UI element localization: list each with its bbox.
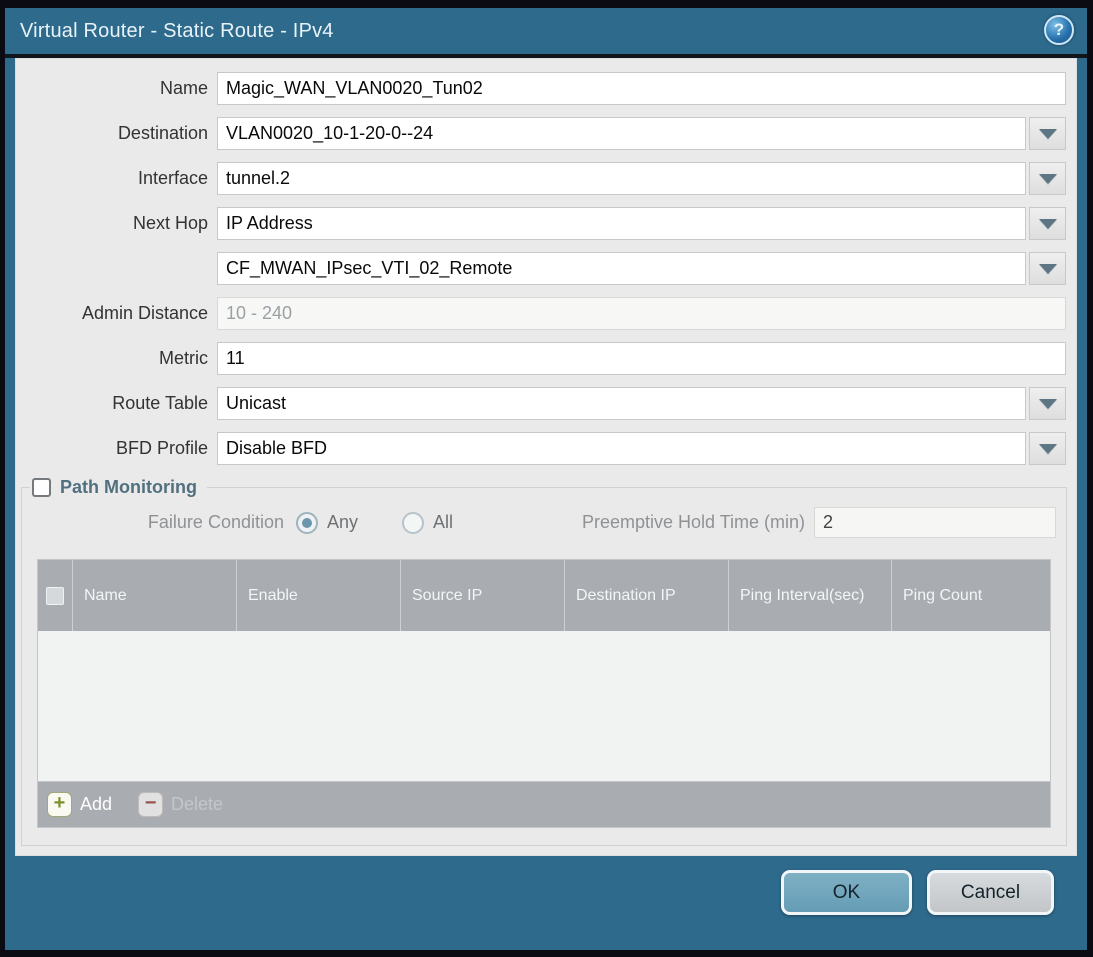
nexthop-type-dropdown-button[interactable] <box>1029 207 1066 240</box>
failure-condition-all-label: All <box>433 512 453 533</box>
interface-label: Interface <box>15 168 208 189</box>
dialog-title: Virtual Router - Static Route - IPv4 <box>20 20 334 43</box>
name-label: Name <box>15 78 208 99</box>
select-all-checkbox[interactable] <box>46 587 64 605</box>
bfd-profile-input[interactable] <box>217 432 1026 465</box>
delete-button-label: Delete <box>171 794 223 815</box>
failure-condition-all-radio[interactable] <box>402 512 424 534</box>
path-monitoring-table-body <box>38 631 1050 781</box>
column-header-source-ip[interactable]: Source IP <box>401 560 565 631</box>
column-header-ping-count[interactable]: Ping Count <box>892 560 1050 631</box>
dialog-footer: OK Cancel <box>5 856 1087 950</box>
bfd-profile-label: BFD Profile <box>15 438 208 459</box>
form-row-nexthop-type: Next Hop <box>15 207 1066 240</box>
dialog-content: Name Destination Interface <box>15 58 1077 856</box>
column-header-ping-interval[interactable]: Ping Interval(sec) <box>729 560 892 631</box>
title-bar: Virtual Router - Static Route - IPv4 ? <box>5 8 1087 58</box>
chevron-down-icon <box>1039 264 1057 274</box>
cancel-button[interactable]: Cancel <box>927 870 1054 915</box>
column-header-name[interactable]: Name <box>73 560 237 631</box>
chevron-down-icon <box>1039 399 1057 409</box>
preemptive-hold-time-label: Preemptive Hold Time (min) <box>453 512 805 533</box>
destination-input[interactable] <box>217 117 1026 150</box>
chevron-down-icon <box>1039 219 1057 229</box>
chevron-down-icon <box>1039 444 1057 454</box>
add-button-label: Add <box>80 794 112 815</box>
preemptive-hold-time-input[interactable] <box>814 507 1056 538</box>
route-table-input[interactable] <box>217 387 1026 420</box>
nexthop-address-dropdown-button[interactable] <box>1029 252 1066 285</box>
chevron-down-icon <box>1039 129 1057 139</box>
form-row-destination: Destination <box>15 117 1066 150</box>
destination-dropdown-button[interactable] <box>1029 117 1066 150</box>
route-table-dropdown-button[interactable] <box>1029 387 1066 420</box>
form-row-name: Name <box>15 72 1066 105</box>
metric-input[interactable] <box>217 342 1066 375</box>
form-row-admin-distance: Admin Distance <box>15 297 1066 330</box>
ok-button[interactable]: OK <box>781 870 912 915</box>
metric-label: Metric <box>15 348 208 369</box>
form-row-interface: Interface <box>15 162 1066 195</box>
admin-distance-label: Admin Distance <box>15 303 208 324</box>
path-monitoring-table: Name Enable Source IP Destination IP Pin… <box>37 559 1051 828</box>
failure-condition-any-label: Any <box>327 512 358 533</box>
static-route-form: Name Destination Interface <box>15 58 1077 465</box>
chevron-down-icon <box>1039 174 1057 184</box>
failure-condition-row: Failure Condition Any All Preemptive Hol… <box>22 506 1066 539</box>
table-header-row: Name Enable Source IP Destination IP Pin… <box>38 560 1050 631</box>
interface-input[interactable] <box>217 162 1026 195</box>
nexthop-address-input[interactable] <box>217 252 1026 285</box>
column-header-destination-ip[interactable]: Destination IP <box>565 560 729 631</box>
form-row-metric: Metric <box>15 342 1066 375</box>
path-monitoring-section: Path Monitoring Failure Condition Any Al… <box>21 477 1067 846</box>
help-icon[interactable]: ? <box>1044 15 1074 45</box>
route-table-label: Route Table <box>15 393 208 414</box>
delete-button[interactable]: − Delete <box>138 792 223 817</box>
failure-condition-label: Failure Condition <box>22 512 284 533</box>
table-header-checkbox-cell <box>38 560 73 631</box>
plus-icon: + <box>47 792 72 817</box>
admin-distance-input[interactable] <box>217 297 1066 330</box>
path-monitoring-checkbox[interactable] <box>32 478 51 497</box>
column-header-enable[interactable]: Enable <box>237 560 401 631</box>
add-button[interactable]: + Add <box>47 792 112 817</box>
bfd-profile-dropdown-button[interactable] <box>1029 432 1066 465</box>
name-input[interactable] <box>217 72 1066 105</box>
destination-label: Destination <box>15 123 208 144</box>
path-monitoring-title: Path Monitoring <box>60 477 197 498</box>
form-row-nexthop-address <box>15 252 1066 285</box>
dialog-window: Virtual Router - Static Route - IPv4 ? N… <box>5 8 1087 950</box>
form-row-bfd-profile: BFD Profile <box>15 432 1066 465</box>
table-footer-bar: + Add − Delete <box>38 781 1050 827</box>
nexthop-type-input[interactable] <box>217 207 1026 240</box>
path-monitoring-legend: Path Monitoring <box>30 477 207 498</box>
failure-condition-any-radio[interactable] <box>296 512 318 534</box>
form-row-route-table: Route Table <box>15 387 1066 420</box>
nexthop-label: Next Hop <box>15 213 208 234</box>
minus-icon: − <box>138 792 163 817</box>
interface-dropdown-button[interactable] <box>1029 162 1066 195</box>
